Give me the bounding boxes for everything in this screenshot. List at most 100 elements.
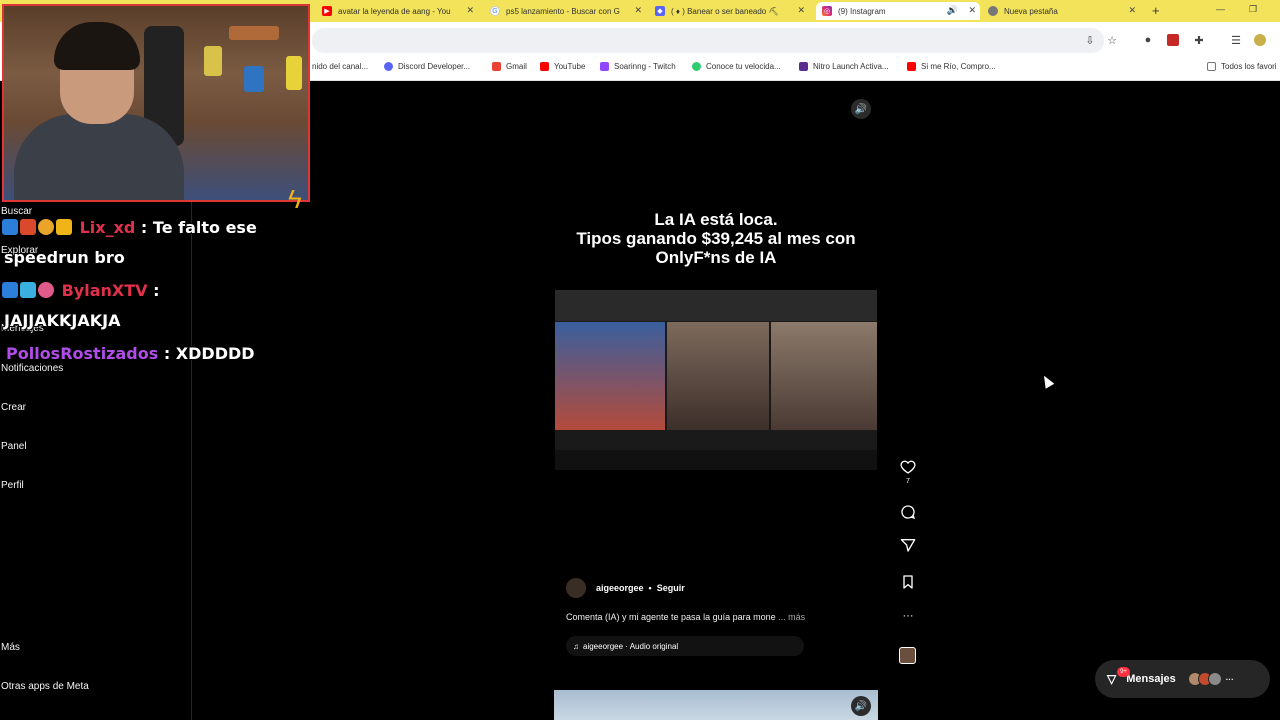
overlay-line: OnlyF*ns de IA — [655, 248, 777, 267]
badge-icon — [38, 219, 54, 235]
chat-message: JAJJAKKJAKJA — [4, 311, 121, 330]
messages-pill[interactable]: ▽ Mensajes ··· — [1095, 660, 1270, 698]
speaker-icon: 🔊 — [854, 700, 868, 712]
tab-google[interactable]: G ps5 lanzamiento - Buscar con G ✕ — [490, 2, 646, 20]
music-note-icon: ♫ — [573, 641, 579, 651]
shelf-toy — [229, 26, 279, 40]
tab-search-icon[interactable]: ☰ — [1230, 34, 1242, 47]
chat-message: PollosRostizados : XDDDDD — [6, 344, 255, 363]
install-icon[interactable]: ⇩ — [1084, 34, 1096, 47]
youtube-icon — [907, 62, 916, 71]
bookmark-item[interactable]: Todos los favori — [1207, 62, 1277, 71]
avatar[interactable] — [566, 578, 586, 598]
chat-message: BylanXTV : — [2, 281, 159, 300]
avatar — [1207, 672, 1222, 686]
close-icon[interactable]: ✕ — [634, 5, 642, 16]
messages-label: Mensajes — [1126, 673, 1176, 685]
mute-button[interactable]: 🔊 — [851, 99, 871, 119]
tab-label: (9) Instagram — [838, 6, 886, 16]
comment-button[interactable] — [899, 504, 917, 520]
more-options-button[interactable]: ··· — [899, 610, 917, 622]
bookmark-label: YouTube — [554, 62, 586, 71]
recent-contacts — [1187, 672, 1222, 686]
nav-more[interactable]: Más — [1, 642, 20, 653]
bookmark-label: Gmail — [506, 62, 527, 71]
bookmark-item[interactable]: Si me Río, Compro... — [907, 62, 996, 71]
speaker-icon[interactable]: 🔊 — [947, 5, 958, 16]
bookmark-label: nido del canal... — [312, 62, 369, 71]
bookmark-label: Soarinng - Twitch — [614, 62, 676, 71]
caption-text: Comenta (IA) y mi agente te pasa la guía… — [566, 612, 776, 622]
tab-youtube[interactable]: ▶ avatar la leyenda de aang - You ✕ — [322, 2, 478, 20]
bookmark-item[interactable]: Soarinng - Twitch — [600, 62, 676, 71]
puzzle-icon[interactable]: ✚ — [1193, 34, 1205, 47]
nav-profile[interactable]: Perfil — [1, 480, 24, 491]
webcam-overlay — [2, 4, 310, 202]
speedtest-icon — [692, 62, 701, 71]
close-icon[interactable]: ✕ — [797, 5, 805, 16]
share-button[interactable] — [899, 537, 917, 553]
profile-icon[interactable] — [1254, 34, 1266, 46]
extension-icon[interactable] — [1167, 34, 1179, 46]
google-icon: G — [490, 6, 500, 16]
caption-more-link[interactable]: ... más — [778, 612, 805, 622]
chat-separator: : — [135, 218, 153, 237]
tab-label: Nueva pestaña — [1004, 6, 1058, 16]
nav-search[interactable]: Buscar — [1, 206, 32, 217]
chat-message: speedrun bro — [4, 248, 125, 267]
tab-label: ps5 lanzamiento - Buscar con G — [506, 6, 620, 16]
badge-icon — [20, 219, 36, 235]
bookmark-item[interactable]: Nitro Launch Activa... — [799, 62, 889, 71]
badge-icon — [2, 282, 18, 298]
maximize-icon[interactable]: ❐ — [1249, 4, 1257, 15]
like-count: 7 — [906, 478, 910, 485]
streamer-body — [14, 114, 184, 200]
mute-button[interactable]: 🔊 — [851, 696, 871, 716]
bookmark-item[interactable]: Discord Developer... — [384, 62, 470, 71]
tab-instagram[interactable]: ◎ (9) Instagram 🔊 ✕ — [816, 2, 980, 20]
reel-video[interactable] — [555, 290, 877, 470]
minimize-icon[interactable]: — — [1216, 4, 1225, 14]
next-reel-preview[interactable] — [554, 690, 878, 720]
tab-new[interactable]: Nueva pestaña ✕ — [988, 2, 1140, 20]
save-button[interactable] — [899, 574, 917, 590]
close-icon[interactable]: ✕ — [968, 5, 976, 16]
audio-thumbnail[interactable] — [899, 647, 916, 664]
shelf-toy — [244, 66, 264, 92]
nav-meta-apps[interactable]: Otras apps de Meta — [1, 681, 89, 692]
close-icon[interactable]: ✕ — [1128, 5, 1136, 16]
audio-label: aigeeorgee · Audio original — [583, 641, 679, 651]
bookmark-label: Si me Río, Compro... — [921, 62, 996, 71]
new-tab-button[interactable]: + — [1152, 3, 1160, 18]
author-username[interactable]: aigeeorgee — [596, 583, 644, 593]
video-controls[interactable] — [555, 450, 877, 470]
star-icon[interactable]: ☆ — [1106, 34, 1118, 47]
youtube-icon: ▶ — [322, 6, 332, 16]
chat-text: JAJJAKKJAKJA — [4, 311, 121, 330]
close-icon[interactable]: ✕ — [466, 5, 474, 16]
follow-button[interactable]: Seguir — [657, 583, 685, 593]
folder-icon — [1207, 62, 1216, 71]
heart-icon — [900, 460, 916, 474]
audio-chip[interactable]: ♫ aigeeorgee · Audio original — [566, 636, 804, 656]
bookmark-item[interactable]: nido del canal... — [312, 62, 368, 71]
discord-icon: ◆ — [655, 6, 665, 16]
chat-username: Lix_xd — [79, 218, 136, 237]
bookmark-item[interactable]: YouTube — [540, 62, 585, 71]
tab-discord[interactable]: ◆ ( ♦ ) Banear o ser baneado ⛏ ✕ — [655, 2, 809, 20]
bookmark-item[interactable]: Conoce tu velocida... — [692, 62, 781, 71]
chat-username: PollosRostizados — [6, 344, 159, 363]
address-bar[interactable] — [312, 28, 1104, 53]
nav-notifications[interactable]: Notificaciones — [1, 363, 63, 374]
nav-dashboard[interactable]: Panel — [1, 441, 27, 452]
send-icon: ▽ — [1107, 672, 1117, 686]
reel-caption: Comenta (IA) y mi agente te pasa la guía… — [566, 612, 805, 622]
bookmark-item[interactable]: Gmail — [492, 62, 527, 71]
extension-icon[interactable]: ● — [1142, 34, 1154, 46]
nav-create[interactable]: Crear — [1, 402, 26, 413]
chat-text: XDDDDD — [175, 344, 255, 363]
crown-icon — [56, 219, 72, 235]
notification-badge: 9+ — [1117, 667, 1130, 677]
like-button[interactable]: 7 — [899, 459, 917, 485]
badge-icon — [20, 282, 36, 298]
